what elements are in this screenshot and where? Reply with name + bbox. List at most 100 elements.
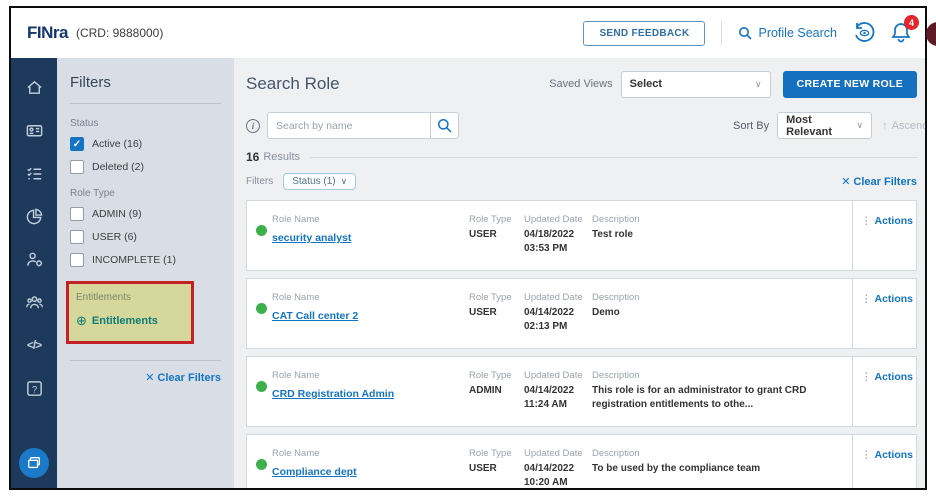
role-type-column-label: Role Type [469,370,525,381]
role-name-link[interactable]: CAT Call center 2 [272,310,358,322]
search-input[interactable] [267,112,430,139]
results-word: Results [263,151,300,163]
filter-option-user[interactable]: USER (6) [70,230,221,244]
updated-time-value: 10:20 AM [524,476,590,489]
pie-chart-icon[interactable] [19,201,49,231]
send-feedback-button[interactable]: SEND FEEDBACK [583,21,705,46]
active-status-dot [256,381,267,392]
info-icon: i [246,119,260,133]
arrow-up-icon: ↑ [882,120,888,132]
updated-time-value: 11:24 AM [524,398,590,412]
saved-views-label: Saved Views [549,78,612,90]
filter-option-incomplete[interactable]: INCOMPLETE (1) [70,253,221,267]
updated-date-column-label: Updated Date [524,292,590,303]
crd-number: (CRD: 9888000) [76,26,163,40]
updated-date-value: 04/14/2022 [524,462,590,476]
role-name-link[interactable]: CRD Registration Admin [272,388,394,400]
actions-button[interactable]: ⋮Actions [852,279,916,348]
chevron-down-icon: ∨ [755,79,762,90]
filter-option-admin[interactable]: ADMIN (9) [70,207,221,221]
role-type-value: USER [469,462,525,476]
results-clear-filters-link[interactable]: ✕Clear Filters [841,175,917,188]
updated-time-value: 02:13 PM [524,320,590,334]
checklist-icon[interactable] [19,158,49,188]
filters-panel: Filters Status Active (16) Deleted (2) R… [57,58,234,488]
notifications-bell-icon[interactable]: 4 [891,22,911,44]
role-name-link[interactable]: Compliance dept [272,466,357,478]
search-icon [437,118,452,133]
updated-time-value: 03:53 PM [524,242,590,256]
sort-by-label: Sort By [733,120,769,132]
applied-filters-label: Filters [246,176,273,187]
checkbox-deleted[interactable] [70,160,84,174]
role-result-card: Role Name Compliance dept Role Type USER… [246,434,917,488]
help-icon[interactable]: ? [19,373,49,403]
entitlements-highlight-annotation: Entitlements ⊕ Entitlements [66,281,194,344]
code-icon[interactable]: </> [19,330,49,360]
divider [721,21,722,45]
role-name-column-label: Role Name [272,214,462,225]
role-name-column-label: Role Name [272,292,462,303]
panel-clear-filters-link[interactable]: ✕Clear Filters [70,371,221,384]
active-status-dot [256,225,267,236]
role-type-column-label: Role Type [469,448,525,459]
filters-title: Filters [70,74,221,104]
status-filter-chip[interactable]: Status (1) ∨ [283,173,356,190]
entitlements-add-link[interactable]: ⊕ Entitlements [76,313,185,329]
profile-search-label: Profile Search [758,26,837,40]
checkbox-user[interactable] [70,230,84,244]
updated-date-value: 04/14/2022 [524,306,590,320]
home-icon[interactable] [19,72,49,102]
checkbox-active[interactable] [70,137,84,151]
chevron-down-icon: ∨ [857,120,864,131]
role-name-link[interactable]: security analyst [272,232,351,244]
role-type-value: ADMIN [469,384,525,398]
role-type-group-label: Role Type [70,188,221,199]
kebab-menu-icon: ⋮ [861,371,872,383]
role-name-column-label: Role Name [272,448,462,459]
user-settings-icon[interactable] [19,244,49,274]
role-type-column-label: Role Type [469,214,525,225]
nav-rail: </> ? [11,58,57,488]
clear-x-icon: ✕ [145,372,154,384]
filter-option-deleted[interactable]: Deleted (2) [70,160,221,174]
plus-circle-icon: ⊕ [76,313,87,329]
kebab-menu-icon: ⋮ [861,215,872,227]
saved-views-select[interactable]: Select ∨ [621,71,771,98]
chevron-down-icon: ∨ [341,176,348,187]
actions-button[interactable]: ⋮Actions [852,201,916,270]
checkbox-admin[interactable] [70,207,84,221]
role-type-value: USER [469,228,525,242]
role-result-card: Role Name CAT Call center 2 Role Type US… [246,278,917,349]
history-view-icon[interactable] [853,22,875,44]
filter-option-active[interactable]: Active (16) [70,137,221,151]
actions-button[interactable]: ⋮Actions [852,357,916,426]
actions-button[interactable]: ⋮Actions [852,435,916,488]
divider [310,157,917,158]
kebab-menu-icon: ⋮ [861,449,872,461]
kebab-menu-icon: ⋮ [861,293,872,305]
create-new-role-button[interactable]: CREATE NEW ROLE [783,71,917,98]
role-type-column-label: Role Type [469,292,525,303]
updated-date-column-label: Updated Date [524,214,590,225]
app-window: FINra (CRD: 9888000) SEND FEEDBACK Profi… [9,6,927,490]
main-area: Search Role Saved Views Select ∨ CREATE … [234,58,925,488]
role-name-column-label: Role Name [272,370,462,381]
finra-logo: FINra [27,23,68,43]
description-value: Demo [592,306,850,320]
description-value: This role is for an administrator to gra… [592,384,850,411]
user-group-icon[interactable] [19,287,49,317]
active-status-dot [256,459,267,470]
app-switcher-button[interactable] [19,448,49,478]
description-column-label: Description [592,214,850,225]
search-button[interactable] [430,112,459,139]
updated-date-value: 04/14/2022 [524,384,590,398]
description-column-label: Description [592,292,850,303]
id-card-icon[interactable] [19,115,49,145]
user-avatar[interactable] [926,22,936,46]
checkbox-incomplete[interactable] [70,253,84,267]
sort-by-select[interactable]: Most Relevant ∨ [777,112,872,139]
top-bar: FINra (CRD: 9888000) SEND FEEDBACK Profi… [11,8,925,58]
profile-search-link[interactable]: Profile Search [738,26,837,40]
ascending-toggle[interactable]: ↑ Ascending [882,120,925,132]
